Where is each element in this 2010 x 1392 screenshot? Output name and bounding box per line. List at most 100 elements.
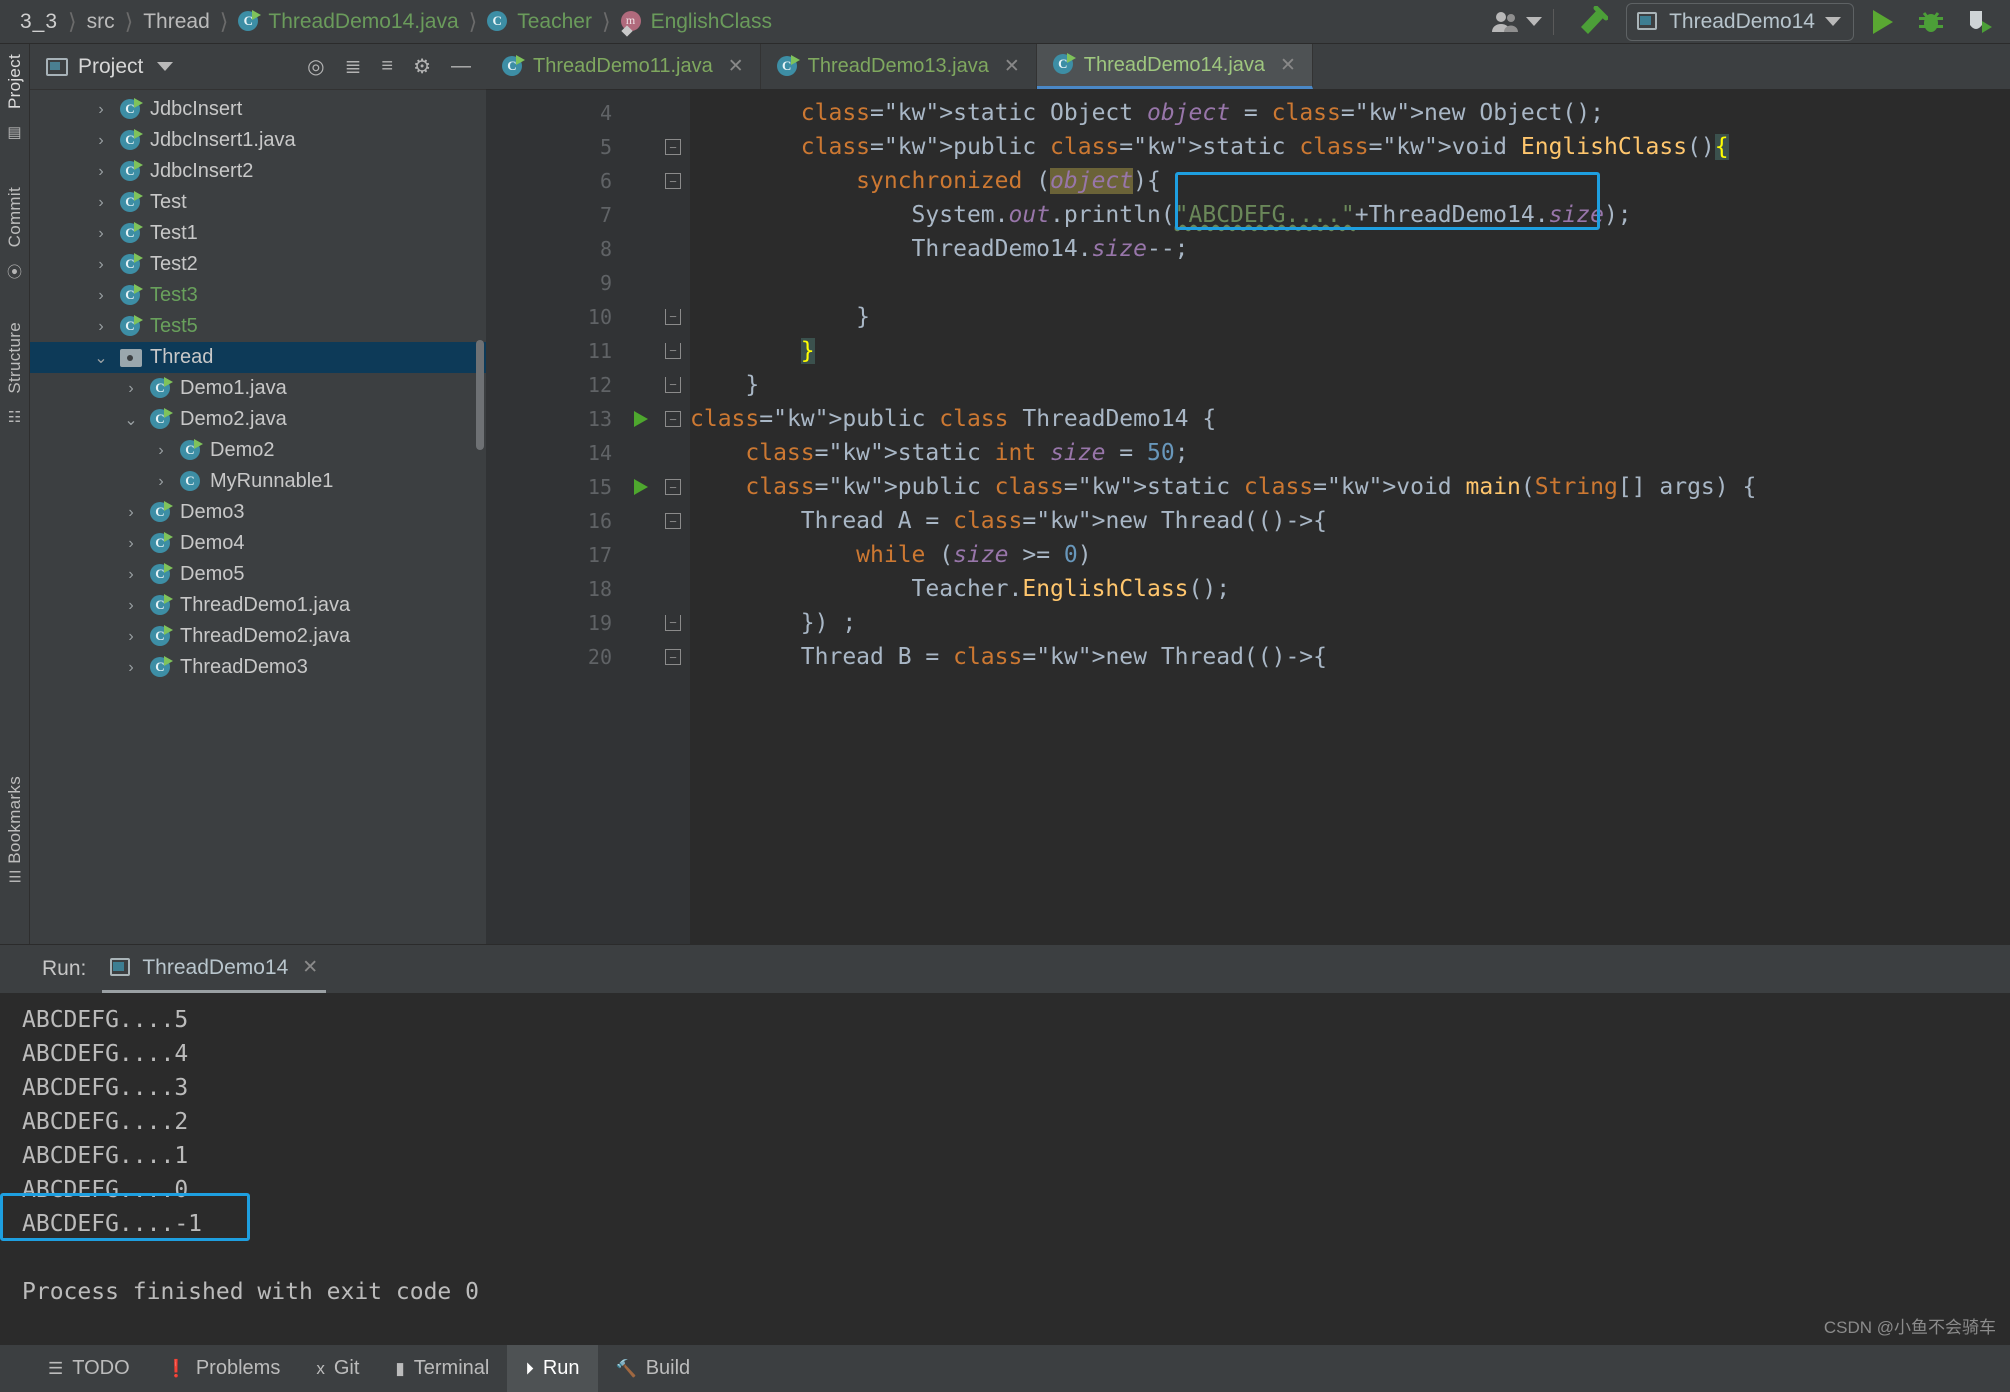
code-line[interactable]: }) ; xyxy=(690,606,2010,640)
close-icon[interactable]: ✕ xyxy=(302,956,318,979)
fold-marker[interactable]: − xyxy=(656,300,690,334)
breadcrumb-item-method[interactable]: m EnglishClass xyxy=(615,10,778,37)
hammer-icon[interactable] xyxy=(1572,5,1610,39)
tree-item[interactable]: › C Demo4 xyxy=(30,528,486,559)
fold-marker[interactable]: − xyxy=(656,504,690,538)
fold-marker[interactable]: − xyxy=(656,368,690,402)
editor-tab[interactable]: C ThreadDemo14.java ✕ xyxy=(1036,44,1313,89)
project-file-tree[interactable]: › C JdbcInsert › C JdbcInsert1.java › C JdbcInse… xyxy=(30,90,486,944)
chevron-right-icon[interactable]: › xyxy=(120,628,142,646)
tree-item[interactable]: › C JdbcInsert2 xyxy=(30,156,486,187)
chevron-right-icon[interactable]: › xyxy=(120,659,142,677)
fold-marker[interactable]: − xyxy=(656,470,690,504)
tree-item[interactable]: ⌄ C Demo2.java xyxy=(30,404,486,435)
tree-item[interactable]: › C Demo1.java xyxy=(30,373,486,404)
tree-item[interactable]: › C Test3 xyxy=(30,280,486,311)
tree-item[interactable]: › C ThreadDemo3 xyxy=(30,652,486,683)
tree-item[interactable]: › C Demo5 xyxy=(30,559,486,590)
tree-item[interactable]: ⌄ Thread xyxy=(30,342,486,373)
breadcrumb-item-class[interactable]: C Teacher xyxy=(481,10,598,34)
chevron-right-icon[interactable]: › xyxy=(120,566,142,584)
code-line[interactable]: Teacher.EnglishClass(); xyxy=(690,572,2010,606)
chevron-right-icon[interactable]: › xyxy=(150,442,172,460)
breadcrumb-item-src[interactable]: src xyxy=(81,10,121,34)
tree-item[interactable]: › C Test2 xyxy=(30,249,486,280)
code-line[interactable]: class="kw">static Object object = class=… xyxy=(690,96,2010,130)
breadcrumb-item-project[interactable]: 3_3 xyxy=(14,10,64,34)
tree-item[interactable]: › C JdbcInsert xyxy=(30,94,486,125)
code-line[interactable]: class="kw">public class="kw">static clas… xyxy=(690,470,2010,504)
run-gutter-icon[interactable] xyxy=(634,411,648,427)
run-configuration-selector[interactable]: ThreadDemo14 xyxy=(1626,2,1854,41)
tree-item[interactable]: › C Test5 xyxy=(30,311,486,342)
code-line[interactable]: ThreadDemo14.size--; xyxy=(690,232,2010,266)
status-bar-item-problems[interactable]: ❗ Problems xyxy=(148,1345,299,1392)
editor-tab[interactable]: C ThreadDemo11.java ✕ xyxy=(486,44,761,89)
fold-marker[interactable]: − xyxy=(656,640,690,674)
gear-icon[interactable]: ⚙ xyxy=(408,54,436,79)
chevron-right-icon[interactable]: › xyxy=(120,597,142,615)
fold-marker[interactable]: − xyxy=(656,130,690,164)
tree-item[interactable]: › C Test1 xyxy=(30,218,486,249)
run-button[interactable] xyxy=(1864,5,1902,39)
breadcrumb-item-thread[interactable]: Thread xyxy=(137,10,216,34)
chevron-right-icon[interactable]: › xyxy=(120,535,142,553)
tree-item[interactable]: › C MyRunnable1 xyxy=(30,466,486,497)
minimize-icon[interactable]: — xyxy=(446,55,476,78)
run-console-output[interactable]: ABCDEFG....5 ABCDEFG....4 ABCDEFG....3 ABCD… xyxy=(0,993,2010,1344)
debug-button[interactable] xyxy=(1912,5,1950,39)
chevron-down-icon[interactable] xyxy=(157,62,174,71)
code-line[interactable]: class="kw">public class ThreadDemo14 { xyxy=(690,402,2010,436)
chevron-down-icon[interactable]: ⌄ xyxy=(90,348,112,368)
sidebar-item-bookmarks[interactable]: Bookmarks xyxy=(5,776,25,864)
tree-item[interactable]: › C Demo2 xyxy=(30,435,486,466)
chevron-right-icon[interactable]: › xyxy=(90,225,112,243)
fold-marker[interactable]: − xyxy=(656,606,690,640)
chevron-right-icon[interactable]: › xyxy=(90,132,112,150)
tree-item[interactable]: › C ThreadDemo2.java xyxy=(30,621,486,652)
code-line[interactable]: class="kw">static int size = 50; xyxy=(690,436,2010,470)
chevron-right-icon[interactable]: › xyxy=(150,473,172,491)
tree-item[interactable]: › C JdbcInsert1.java xyxy=(30,125,486,156)
code-line[interactable]: } xyxy=(690,368,2010,402)
people-icon[interactable] xyxy=(1492,5,1543,39)
run-gutter-icon[interactable] xyxy=(634,479,648,495)
collapse-all-icon[interactable]: ≡ xyxy=(376,55,398,78)
code-editor[interactable]: 4 5 6 7 8 9 10 11 12 13 14 15 16 17 18 19 20 − − − − − − − − − − … xyxy=(486,90,2010,944)
code-line[interactable]: } xyxy=(690,300,2010,334)
tree-scrollbar[interactable] xyxy=(476,340,484,450)
tree-item[interactable]: › C Test xyxy=(30,187,486,218)
chevron-right-icon[interactable]: › xyxy=(90,194,112,212)
code-line[interactable]: class="kw">public class="kw">static clas… xyxy=(690,130,2010,164)
chevron-right-icon[interactable]: › xyxy=(90,318,112,336)
code-line[interactable]: System.out.println("ABCDEFG...."+ThreadD… xyxy=(690,198,2010,232)
code-line[interactable]: Thread A = class="kw">new Thread(()->{ xyxy=(690,504,2010,538)
status-bar-item-build[interactable]: 🔨 Build xyxy=(598,1345,709,1392)
chevron-right-icon[interactable]: › xyxy=(90,287,112,305)
close-icon[interactable]: ✕ xyxy=(728,55,744,78)
run-tab[interactable]: ThreadDemo14 ✕ xyxy=(102,945,327,993)
breadcrumb-item-file[interactable]: C ThreadDemo14.java xyxy=(232,9,464,34)
code-line[interactable]: Thread B = class="kw">new Thread(()->{ xyxy=(690,640,2010,674)
locate-icon[interactable]: ◎ xyxy=(302,54,329,79)
code-line[interactable]: while (size >= 0) xyxy=(690,538,2010,572)
chevron-right-icon[interactable]: › xyxy=(90,163,112,181)
code-line[interactable]: synchronized (object){ xyxy=(690,164,2010,198)
status-bar-item-run[interactable]: ⏵ Run xyxy=(507,1344,598,1392)
close-icon[interactable]: ✕ xyxy=(1280,54,1296,77)
status-bar-item-git[interactable]: x Git xyxy=(298,1345,377,1392)
chevron-down-icon[interactable]: ⌄ xyxy=(120,410,142,430)
tree-item[interactable]: › C Demo3 xyxy=(30,497,486,528)
expand-all-icon[interactable]: ≣ xyxy=(340,54,367,79)
fold-marker[interactable]: − xyxy=(656,164,690,198)
fold-marker[interactable]: − xyxy=(656,402,690,436)
status-bar-item-todo[interactable]: ☰ TODO xyxy=(30,1345,148,1392)
fold-marker[interactable]: − xyxy=(656,334,690,368)
code-content[interactable]: class="kw">static Object object = class=… xyxy=(690,90,2010,944)
code-line[interactable] xyxy=(690,266,2010,300)
chevron-right-icon[interactable]: › xyxy=(90,101,112,119)
chevron-right-icon[interactable]: › xyxy=(90,256,112,274)
close-icon[interactable]: ✕ xyxy=(1004,55,1020,78)
sidebar-item-project[interactable]: Project xyxy=(5,54,25,109)
code-line[interactable]: } xyxy=(690,334,2010,368)
